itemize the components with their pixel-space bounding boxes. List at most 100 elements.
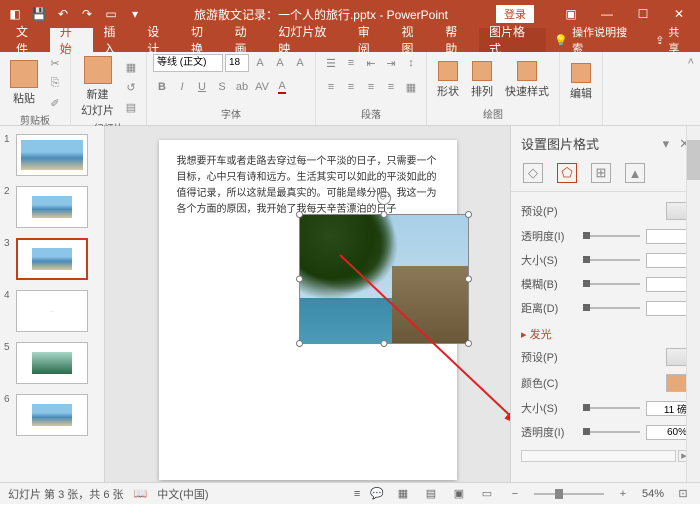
vertical-scrollbar[interactable] [686, 126, 700, 482]
slide-editor[interactable]: 我想要开车或者走路去穿过每一个平淡的日子，只需要一个目标，心中只有诗和远方。生活… [105, 126, 510, 482]
maximize-icon[interactable]: ☐ [626, 3, 660, 25]
tab-transitions[interactable]: 切换 [181, 28, 225, 52]
redo-icon[interactable]: ↷ [76, 3, 98, 25]
justify-icon[interactable]: ≡ [382, 78, 400, 96]
line-spacing-icon[interactable]: ↕ [402, 54, 420, 72]
section-icon[interactable]: ▤ [122, 98, 140, 116]
indent-dec-icon[interactable]: ⇤ [362, 54, 380, 72]
minimize-icon[interactable]: — [590, 3, 624, 25]
paste-button[interactable]: 粘贴 [6, 58, 42, 108]
increase-font-icon[interactable]: A [251, 54, 269, 72]
glow-size-slider[interactable] [583, 407, 640, 409]
arrange-button[interactable]: 排列 [467, 59, 497, 101]
editing-button[interactable]: 编辑 [566, 61, 596, 103]
tab-design[interactable]: 设计 [137, 28, 181, 52]
close-icon[interactable]: ✕ [662, 3, 696, 25]
save-icon[interactable]: 💾 [28, 3, 50, 25]
font-color-icon[interactable]: A [273, 78, 291, 96]
share-button[interactable]: ⇪共享 [645, 28, 700, 52]
picture-tab-icon[interactable]: ▲ [625, 163, 645, 183]
slide-canvas[interactable]: 我想要开车或者走路去穿过每一个平淡的日子，只需要一个目标，心中只有诗和远方。生活… [159, 140, 457, 480]
effects-tab-icon[interactable]: ⬠ [557, 163, 577, 183]
align-right-icon[interactable]: ≡ [362, 78, 380, 96]
bullets-icon[interactable]: ☰ [322, 54, 340, 72]
tab-file[interactable]: 文件 [6, 28, 50, 52]
blur-input[interactable] [646, 277, 690, 292]
zoom-slider[interactable] [534, 493, 604, 495]
tab-animations[interactable]: 动画 [225, 28, 269, 52]
shapes-button[interactable]: 形状 [433, 59, 463, 101]
pane-dropdown-icon[interactable]: ▾ [663, 136, 670, 152]
collapse-ribbon-icon[interactable]: ˄ [682, 52, 700, 125]
size-slider[interactable] [583, 259, 640, 261]
format-painter-icon[interactable]: ✐ [46, 94, 64, 112]
columns-icon[interactable]: ▦ [402, 78, 420, 96]
new-slide-button[interactable]: 新建 幻灯片 [77, 54, 118, 120]
zoom-out-icon[interactable]: − [506, 486, 524, 502]
zoom-in-icon[interactable]: + [614, 486, 632, 502]
spell-check-icon[interactable]: 📖 [134, 487, 148, 500]
notes-icon[interactable]: ≡ [354, 488, 360, 500]
numbering-icon[interactable]: ≡ [342, 54, 360, 72]
copy-icon[interactable]: ⎘ [46, 74, 64, 92]
indent-inc-icon[interactable]: ⇥ [382, 54, 400, 72]
clear-format-icon[interactable]: A [291, 54, 309, 72]
distance-slider[interactable] [583, 307, 640, 309]
tab-home[interactable]: 开始 [50, 28, 94, 52]
tab-help[interactable]: 帮助 [435, 28, 479, 52]
autosave-icon[interactable]: ◧ [4, 3, 26, 25]
undo-icon[interactable]: ↶ [52, 3, 74, 25]
reset-icon[interactable]: ↺ [122, 78, 140, 96]
thumbnail-6[interactable]: 6 [0, 392, 104, 444]
comments-icon[interactable]: 💬 [370, 487, 384, 500]
bold-icon[interactable]: B [153, 78, 171, 96]
strike-icon[interactable]: S [213, 78, 231, 96]
selected-picture[interactable]: ⟳ [299, 214, 469, 344]
thumbnail-2[interactable]: 2 [0, 184, 104, 236]
shadow-icon[interactable]: ab [233, 78, 251, 96]
login-button[interactable]: 登录 [496, 5, 534, 23]
align-left-icon[interactable]: ≡ [322, 78, 340, 96]
underline-icon[interactable]: U [193, 78, 211, 96]
ribbon-options-icon[interactable]: ▣ [554, 3, 588, 25]
zoom-level[interactable]: 54% [642, 488, 664, 500]
italic-icon[interactable]: I [173, 78, 191, 96]
tell-me-search[interactable]: 💡操作说明搜索 [546, 28, 645, 52]
tab-picture-format[interactable]: 图片格式 [479, 28, 546, 52]
layout-icon[interactable]: ▦ [122, 58, 140, 76]
tab-insert[interactable]: 插入 [93, 28, 137, 52]
pane-body[interactable]: 预设(P) 透明度(I) 大小(S) 模糊(B) 距离(D) ▸ 发光 预设(P… [511, 192, 700, 482]
quick-styles-button[interactable]: 快速样式 [501, 59, 553, 101]
cut-icon[interactable]: ✂ [46, 54, 64, 72]
qat-customize-icon[interactable]: ▾ [124, 3, 146, 25]
fill-line-tab-icon[interactable]: ◇ [523, 163, 543, 183]
body-text[interactable]: 我想要开车或者走路去穿过每一个平淡的日子，只需要一个目标，心中只有诗和远方。生活… [177, 154, 439, 218]
size-tab-icon[interactable]: ⊞ [591, 163, 611, 183]
tab-review[interactable]: 审阅 [348, 28, 392, 52]
blur-slider[interactable] [583, 283, 640, 285]
thumbnail-4[interactable]: 4··· [0, 288, 104, 340]
tab-view[interactable]: 视图 [391, 28, 435, 52]
glow-size-input[interactable] [646, 401, 690, 416]
reading-view-icon[interactable]: ▣ [450, 486, 468, 502]
transparency-input[interactable] [646, 229, 690, 244]
fit-to-window-icon[interactable]: ⊡ [674, 486, 692, 502]
font-family-select[interactable]: 等线 (正文) [153, 54, 223, 72]
slideshow-view-icon[interactable]: ▭ [478, 486, 496, 502]
thumbnail-5[interactable]: 5 [0, 340, 104, 392]
glow-trans-slider[interactable] [583, 431, 640, 433]
language-label[interactable]: 中文(中国) [157, 486, 208, 502]
glow-section[interactable]: ▸ 发光 [521, 320, 690, 344]
size-input[interactable] [646, 253, 690, 268]
align-center-icon[interactable]: ≡ [342, 78, 360, 96]
thumbnail-3[interactable]: 3 [0, 236, 104, 288]
transparency-slider[interactable] [583, 235, 640, 237]
sorter-view-icon[interactable]: ▤ [422, 486, 440, 502]
thumbnail-1[interactable]: 1 [0, 132, 104, 184]
decrease-font-icon[interactable]: A [271, 54, 289, 72]
tab-slideshow[interactable]: 幻灯片放映 [268, 28, 347, 52]
font-size-select[interactable]: 18 [225, 54, 249, 72]
glow-trans-input[interactable] [646, 425, 690, 440]
normal-view-icon[interactable]: ▦ [394, 486, 412, 502]
distance-input[interactable] [646, 301, 690, 316]
